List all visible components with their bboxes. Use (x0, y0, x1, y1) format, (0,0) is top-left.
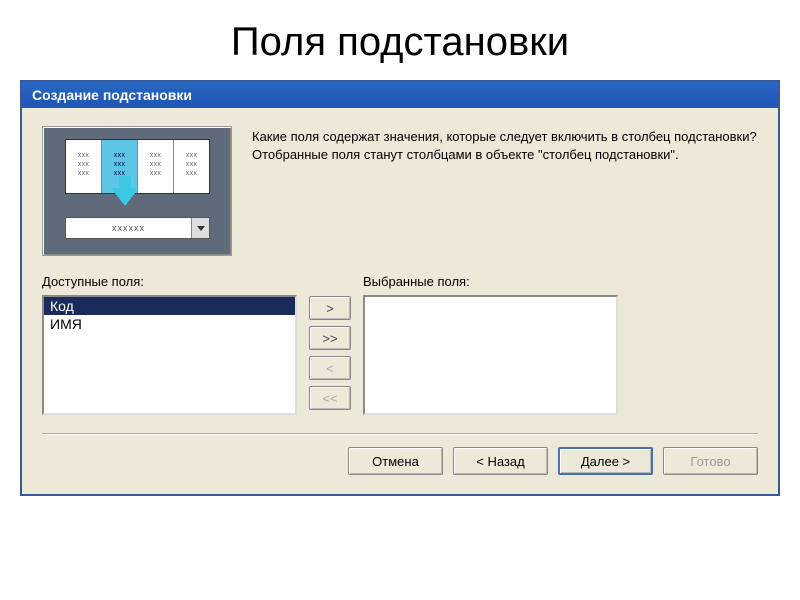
wizard-dialog: Создание подстановки xxxxxxxxx xxxxxxxxx… (20, 80, 780, 496)
finish-button: Готово (663, 447, 758, 475)
remove-all-button[interactable]: << (309, 386, 351, 410)
move-one-button[interactable]: > (309, 296, 351, 320)
available-fields-listbox[interactable]: КодИМЯ (42, 295, 297, 415)
next-button-label: Далее > (581, 454, 630, 469)
page-title: Поля подстановки (0, 0, 800, 80)
selected-fields-listbox[interactable] (363, 295, 618, 415)
cancel-button[interactable]: Отмена (348, 447, 443, 475)
back-button[interactable]: < Назад (453, 447, 548, 475)
preview-illustration: xxxxxxxxx xxxxxxxxx xxxxxxxxx xxxxxxxxx … (42, 126, 232, 256)
instruction-text: Какие поля содержат значения, которые сл… (252, 126, 758, 256)
next-button[interactable]: Далее > (558, 447, 653, 475)
back-button-label: < Назад (476, 454, 524, 469)
dialog-titlebar: Создание подстановки (22, 82, 778, 108)
available-fields-label: Доступные поля: (42, 274, 297, 289)
arrow-down-icon (111, 188, 139, 206)
chevron-down-icon (191, 218, 209, 238)
move-all-button[interactable]: >> (309, 326, 351, 350)
preview-dropdown: xxxxxx (65, 217, 210, 239)
divider (42, 433, 758, 435)
selected-fields-label: Выбранные поля: (363, 274, 618, 289)
preview-dropdown-text: xxxxxx (66, 223, 191, 233)
list-item[interactable]: Код (44, 297, 295, 315)
remove-one-button[interactable]: < (309, 356, 351, 380)
list-item[interactable]: ИМЯ (44, 315, 295, 333)
dialog-body: xxxxxxxxx xxxxxxxxx xxxxxxxxx xxxxxxxxx … (22, 108, 778, 494)
finish-button-label: Готово (690, 454, 730, 469)
